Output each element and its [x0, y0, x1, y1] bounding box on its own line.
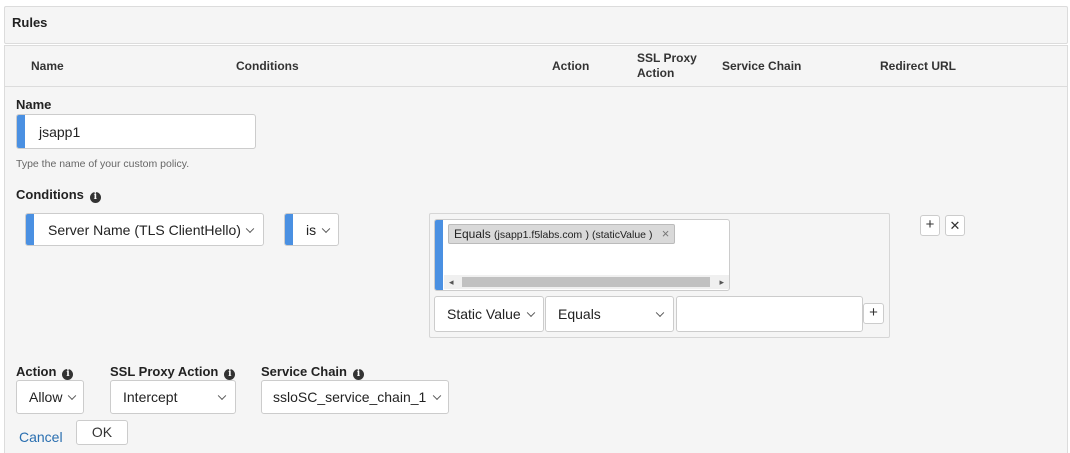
column-header-ssl-proxy-action[interactable]: SSL Proxy Action — [637, 51, 697, 81]
condition-field-select[interactable]: Server Name (TLS ClientHello) — [25, 213, 264, 246]
close-icon: ✕ — [949, 218, 961, 233]
service-chain-label-text: Service Chain — [261, 364, 347, 379]
column-header-redirect-url[interactable]: Redirect URL — [880, 59, 956, 74]
close-icon[interactable]: × — [662, 226, 670, 241]
value-type-value: Static Value — [447, 306, 521, 322]
column-header-ssl-proxy-line2: Action — [637, 66, 675, 80]
scroll-left-icon[interactable]: ◂ — [449, 275, 454, 289]
tag-value: (jsapp1.f5labs.com — [494, 229, 583, 241]
match-type-value: Equals — [558, 306, 601, 322]
name-hint: Type the name of your custom policy. — [16, 158, 190, 170]
column-header-service-chain[interactable]: Service Chain — [722, 59, 801, 74]
remove-condition-button[interactable]: ✕ — [945, 215, 965, 236]
info-icon[interactable]: i — [224, 369, 236, 380]
conditions-label: Conditions i — [16, 187, 101, 203]
ssl-proxy-action-label: SSL Proxy Action i — [110, 364, 236, 380]
plus-icon: + — [925, 216, 935, 233]
required-indicator — [26, 214, 34, 245]
ok-button[interactable]: OK — [76, 420, 128, 445]
name-input[interactable]: jsapp1 — [16, 114, 256, 149]
cancel-link[interactable]: Cancel — [19, 429, 63, 445]
action-select[interactable]: Allow — [16, 380, 84, 414]
action-label: Action i — [16, 364, 74, 380]
panel-title: Rules — [12, 15, 48, 30]
action-value: Allow — [29, 389, 63, 405]
chevron-down-icon — [217, 391, 227, 401]
info-icon[interactable]: i — [353, 369, 364, 380]
required-indicator — [435, 220, 443, 290]
ssl-proxy-action-value: Intercept — [123, 389, 178, 405]
service-chain-value: ssloSC_service_chain_1 — [273, 389, 427, 405]
tag-op: Equals — [454, 227, 491, 241]
info-icon[interactable]: i — [62, 369, 74, 380]
add-value-button[interactable]: + — [863, 303, 884, 324]
chevron-down-icon — [245, 224, 255, 233]
condition-value-input[interactable] — [676, 296, 863, 332]
column-header-conditions[interactable]: Conditions — [236, 59, 299, 74]
info-icon[interactable]: i — [89, 192, 101, 203]
match-type-select[interactable]: Equals — [545, 296, 674, 332]
condition-operator-select[interactable]: is — [284, 213, 339, 246]
condition-values-list[interactable]: Equals (jsapp1.f5labs.com ) (staticValue… — [434, 219, 730, 291]
required-indicator — [285, 214, 293, 245]
tag-type: ) (staticValue ) — [585, 229, 653, 241]
horizontal-scrollbar[interactable]: ◂ ▸ — [444, 275, 729, 289]
value-type-select[interactable]: Static Value — [434, 296, 544, 332]
chevron-down-icon — [432, 391, 442, 401]
plus-icon: + — [869, 304, 878, 321]
rules-area: Name Conditions Action SSL Proxy Action … — [4, 45, 1068, 453]
column-header-name[interactable]: Name — [31, 59, 64, 74]
scrollbar-thumb[interactable] — [462, 277, 710, 287]
required-indicator — [17, 115, 25, 148]
chevron-down-icon — [321, 224, 331, 233]
scroll-right-icon[interactable]: ▸ — [719, 275, 724, 289]
rules-panel-header: Rules — [4, 6, 1068, 44]
action-label-text: Action — [16, 364, 57, 379]
service-chain-select[interactable]: ssloSC_service_chain_1 — [261, 380, 449, 414]
service-chain-label: Service Chain i — [261, 364, 364, 380]
condition-field-value: Server Name (TLS ClientHello) — [48, 221, 241, 238]
column-header-action[interactable]: Action — [552, 59, 589, 74]
chevron-down-icon — [655, 308, 665, 318]
chevron-down-icon — [67, 391, 77, 401]
conditions-label-text: Conditions — [16, 187, 84, 202]
name-label: Name — [16, 97, 52, 112]
condition-operator-value: is — [306, 221, 317, 238]
add-condition-button[interactable]: + — [920, 215, 940, 236]
chevron-down-icon — [526, 308, 536, 318]
ssl-proxy-action-label-text: SSL Proxy Action — [110, 364, 219, 379]
name-input-value: jsapp1 — [39, 123, 81, 140]
rules-table-header: Name Conditions Action SSL Proxy Action … — [5, 46, 1067, 87]
condition-value-tag: Equals (jsapp1.f5labs.com ) (staticValue… — [448, 224, 676, 244]
ssl-proxy-action-select[interactable]: Intercept — [110, 380, 236, 414]
column-header-ssl-proxy-line1: SSL Proxy — [637, 51, 697, 65]
